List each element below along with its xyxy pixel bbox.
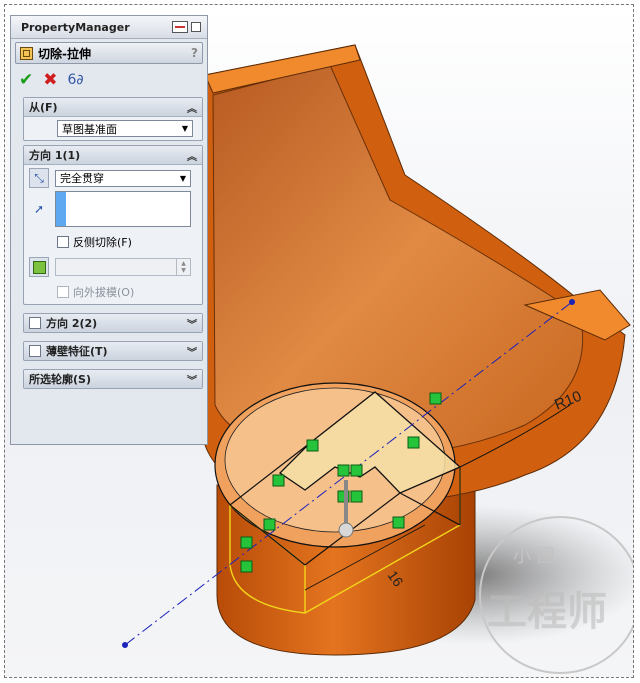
relation-marker[interactable] [306,439,319,452]
draft-angle-input[interactable]: ▲ ▼ [55,258,191,276]
drag-handle[interactable] [338,522,354,538]
extruded-cut-icon [20,46,33,60]
flip-side-checkbox-row[interactable]: 反侧切除(F) [24,230,202,254]
direction1-title: 方向 1(1) [29,149,81,162]
thin-feature-title: 薄壁特征(T) [46,345,108,358]
selected-contours-title: 所选轮廓(S) [29,373,91,386]
thin-feature-group-header[interactable]: 薄壁特征(T) ︾ [24,342,202,360]
draft-outward-checkbox-row[interactable]: 向外拔模(O) [24,280,202,304]
screenshot-frame: R10 16 小 國 工程师 PropertyManager 切除-拉伸 ? ✔… [4,4,634,678]
feature-name: 切除-拉伸 [38,46,91,61]
selected-contours-group-header[interactable]: 所选轮廓(S) ︾ [24,370,202,388]
from-select-value: 草图基准面 [62,122,117,136]
from-group-header[interactable]: 从(F) ︽ [24,98,202,117]
relation-marker[interactable] [392,516,405,529]
direction1-group: 方向 1(1) ︽ ⤡ 完全贯穿 ▼ ➚ 反侧切除(F) ▲ ▼ 向外拔模(O) [23,145,203,305]
direction2-title: 方向 2(2) [46,317,98,330]
direction2-checkbox[interactable] [29,317,41,329]
watermark-main: 工程师 [487,589,607,635]
relation-marker[interactable] [350,464,363,477]
end-condition-value: 完全贯穿 [60,172,104,185]
from-group-title: 从(F) [29,101,58,114]
feature-title-bar: 切除-拉伸 ? [15,42,203,64]
dropdown-arrow-icon: ▼ [179,173,186,183]
axis-point-end[interactable] [569,299,575,305]
collapse-chevron-icon[interactable]: ︽ [187,148,197,163]
expand-chevron-icon[interactable]: ︾ [187,372,197,387]
from-select[interactable]: 草图基准面 ▼ [57,120,193,137]
pin-icon[interactable] [172,21,188,33]
relation-marker[interactable] [240,536,253,549]
direction2-group: 方向 2(2) ︾ [23,313,203,333]
flip-side-label: 反侧切除(F) [73,236,132,249]
watermark-top: 小 國 [513,546,555,567]
expand-chevron-icon[interactable]: ︾ [187,316,197,331]
relation-marker[interactable] [263,518,276,531]
relation-marker[interactable] [429,392,442,405]
draft-outward-checkbox[interactable] [57,286,69,298]
direction1-group-header[interactable]: 方向 1(1) ︽ [24,146,202,165]
thin-feature-checkbox[interactable] [29,345,41,357]
thin-feature-group: 薄壁特征(T) ︾ [23,341,203,361]
panel-title: PropertyManager [21,20,130,34]
help-button[interactable]: ? [191,46,198,60]
relation-marker[interactable] [272,474,285,487]
draft-on-off-icon[interactable] [29,257,49,277]
draft-outward-label: 向外拔模(O) [73,286,135,299]
detailed-preview-button[interactable]: 6∂ [68,71,84,89]
ok-button[interactable]: ✔ [19,71,33,89]
relation-marker[interactable] [337,464,350,477]
direction-vector-icon: ➚ [33,202,45,216]
reverse-direction-icon[interactable]: ⤡ [29,168,49,188]
cancel-button[interactable]: ✖ [43,71,57,89]
dropdown-arrow-icon: ▼ [181,124,188,133]
expand-chevron-icon[interactable]: ︾ [187,344,197,359]
flip-side-checkbox[interactable] [57,236,69,248]
direction-selection-box[interactable] [55,191,191,227]
selected-contours-group: 所选轮廓(S) ︾ [23,369,203,389]
property-manager-panel: PropertyManager 切除-拉伸 ? ✔ ✖ 6∂ 从(F) ︽ 草图… [10,15,208,445]
collapse-chevron-icon[interactable]: ︽ [187,100,197,115]
direction2-group-header[interactable]: 方向 2(2) ︾ [24,314,202,332]
from-group: 从(F) ︽ 草图基准面 ▼ [23,97,203,141]
relation-marker[interactable] [240,560,253,573]
end-condition-select[interactable]: 完全贯穿 ▼ [55,169,191,187]
panel-header: PropertyManager [11,16,207,39]
relation-marker[interactable] [407,436,420,449]
float-icon[interactable] [191,22,201,32]
relation-marker[interactable] [350,490,363,503]
axis-point-start[interactable] [122,642,128,648]
action-buttons: ✔ ✖ 6∂ [11,67,207,93]
